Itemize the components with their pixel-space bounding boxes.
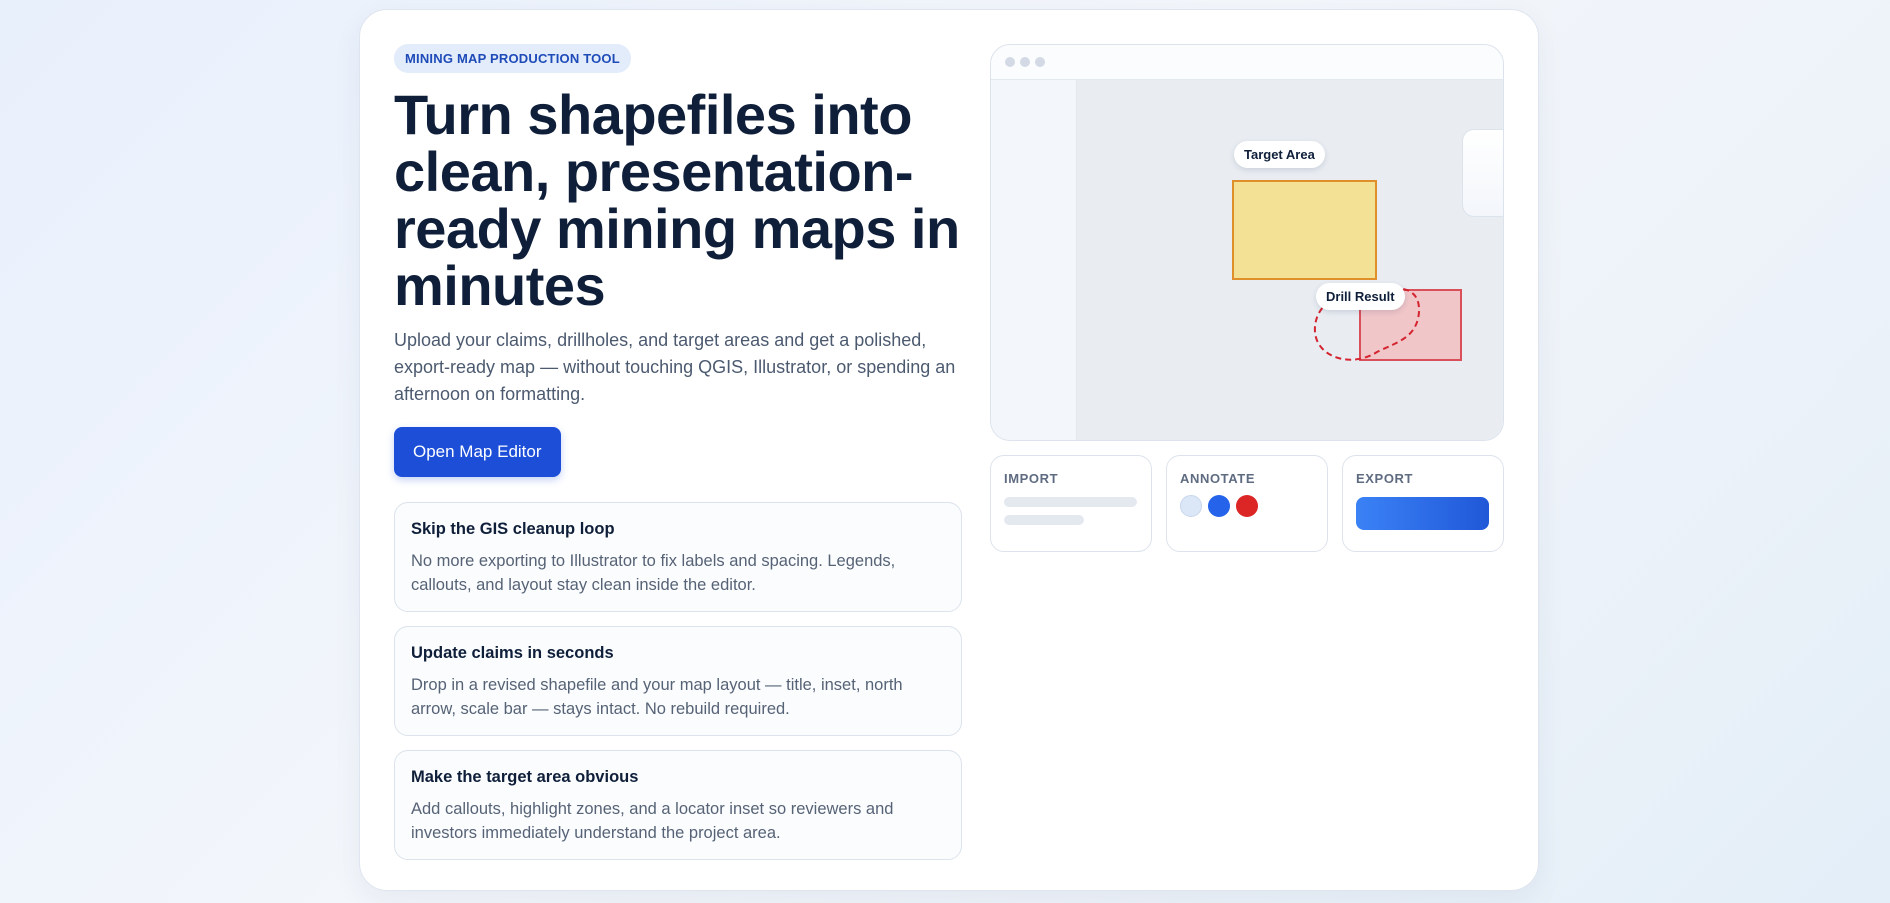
window-dot-icon	[1035, 57, 1045, 67]
color-swatch-light[interactable]	[1180, 495, 1202, 517]
hero-card: MINING MAP PRODUCTION TOOL Turn shapefil…	[359, 9, 1539, 891]
hero-content: MINING MAP PRODUCTION TOOL Turn shapefil…	[394, 44, 962, 874]
step-label: EXPORT	[1356, 471, 1414, 486]
editor-preview: Target Area Drill Result IMPORT ANNOTATE…	[990, 44, 1504, 552]
export-button[interactable]	[1356, 497, 1489, 530]
feature-list: Skip the GIS cleanup loop No more export…	[394, 502, 962, 860]
hero-subtext: Upload your claims, drillholes, and targ…	[394, 330, 956, 404]
color-swatch-blue[interactable]	[1208, 495, 1230, 517]
drill-result-label: Drill Result	[1316, 283, 1405, 310]
import-progress-bar	[1004, 497, 1137, 507]
product-badge: MINING MAP PRODUCTION TOOL	[394, 44, 631, 73]
window-titlebar	[991, 45, 1503, 80]
step-label: ANNOTATE	[1180, 471, 1256, 486]
map-editor-window: Target Area Drill Result	[990, 44, 1504, 441]
window-dot-icon	[1020, 57, 1030, 67]
feature-card-update-claims: Update claims in seconds Drop in a revis…	[394, 626, 962, 736]
feature-body: Add callouts, highlight zones, and a loc…	[411, 800, 894, 842]
open-map-editor-button[interactable]: Open Map Editor	[394, 427, 561, 477]
feature-title: Update claims in seconds	[411, 644, 614, 662]
step-export: EXPORT	[1342, 455, 1504, 552]
feature-card-gis-cleanup: Skip the GIS cleanup loop No more export…	[394, 502, 962, 612]
color-swatch-red[interactable]	[1236, 495, 1258, 517]
target-area-label: Target Area	[1234, 141, 1325, 168]
highlight-zone-outline	[1313, 287, 1421, 361]
feature-body: Drop in a revised shapefile and your map…	[411, 676, 903, 718]
workflow-steps: IMPORT ANNOTATE EXPORT	[990, 455, 1504, 552]
feature-title: Make the target area obvious	[411, 768, 639, 786]
step-annotate: ANNOTATE	[1166, 455, 1328, 552]
feature-card-target-area: Make the target area obvious Add callout…	[394, 750, 962, 860]
editor-sidebar	[991, 80, 1077, 440]
window-dot-icon	[1005, 57, 1015, 67]
step-label: IMPORT	[1004, 471, 1059, 486]
map-canvas: Target Area Drill Result	[1077, 80, 1503, 440]
feature-body: No more exporting to Illustrator to fix …	[411, 552, 896, 594]
feature-title: Skip the GIS cleanup loop	[411, 520, 615, 538]
import-progress-bar	[1004, 515, 1084, 525]
step-import: IMPORT	[990, 455, 1152, 552]
hero-headline: Turn shapefiles into clean, presentation…	[394, 83, 960, 317]
